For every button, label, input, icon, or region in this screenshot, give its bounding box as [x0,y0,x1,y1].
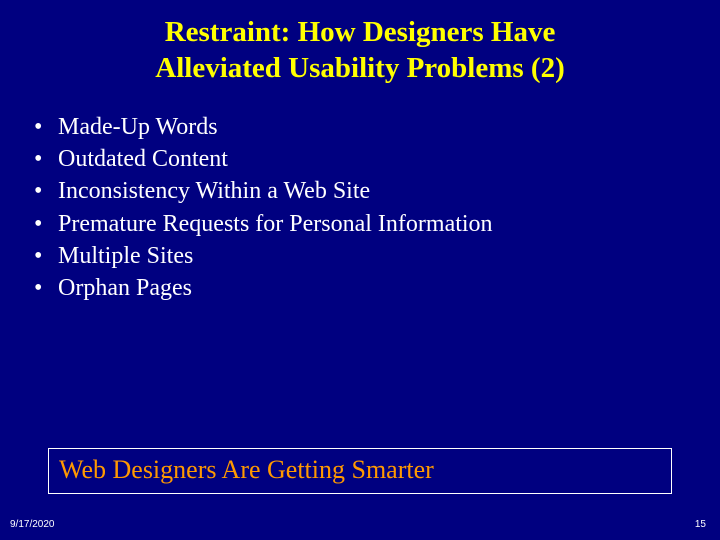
list-item: • Premature Requests for Personal Inform… [30,208,690,240]
bullet-icon: • [30,240,58,272]
bullet-text: Inconsistency Within a Web Site [58,175,690,207]
bullet-text: Multiple Sites [58,240,690,272]
slide-title: Restraint: How Designers Have Alleviated… [0,0,720,87]
title-line-1: Restraint: How Designers Have [165,16,556,48]
bullet-text: Premature Requests for Personal Informat… [58,208,690,240]
bullet-icon: • [30,143,58,175]
list-item: • Orphan Pages [30,272,690,304]
callout-box: Web Designers Are Getting Smarter [48,448,672,494]
list-item: • Multiple Sites [30,240,690,272]
callout-text: Web Designers Are Getting Smarter [59,455,434,484]
title-line-2: Alleviated Usability Problems (2) [155,52,564,84]
bullet-list: • Made-Up Words • Outdated Content • Inc… [0,111,720,305]
bullet-icon: • [30,111,58,143]
bullet-text: Outdated Content [58,143,690,175]
bullet-icon: • [30,272,58,304]
bullet-text: Orphan Pages [58,272,690,304]
bullet-icon: • [30,208,58,240]
list-item: • Outdated Content [30,143,690,175]
bullet-icon: • [30,175,58,207]
footer-date: 9/17/2020 [10,519,55,530]
bullet-text: Made-Up Words [58,111,690,143]
footer-page-number: 15 [695,519,706,530]
list-item: • Made-Up Words [30,111,690,143]
list-item: • Inconsistency Within a Web Site [30,175,690,207]
